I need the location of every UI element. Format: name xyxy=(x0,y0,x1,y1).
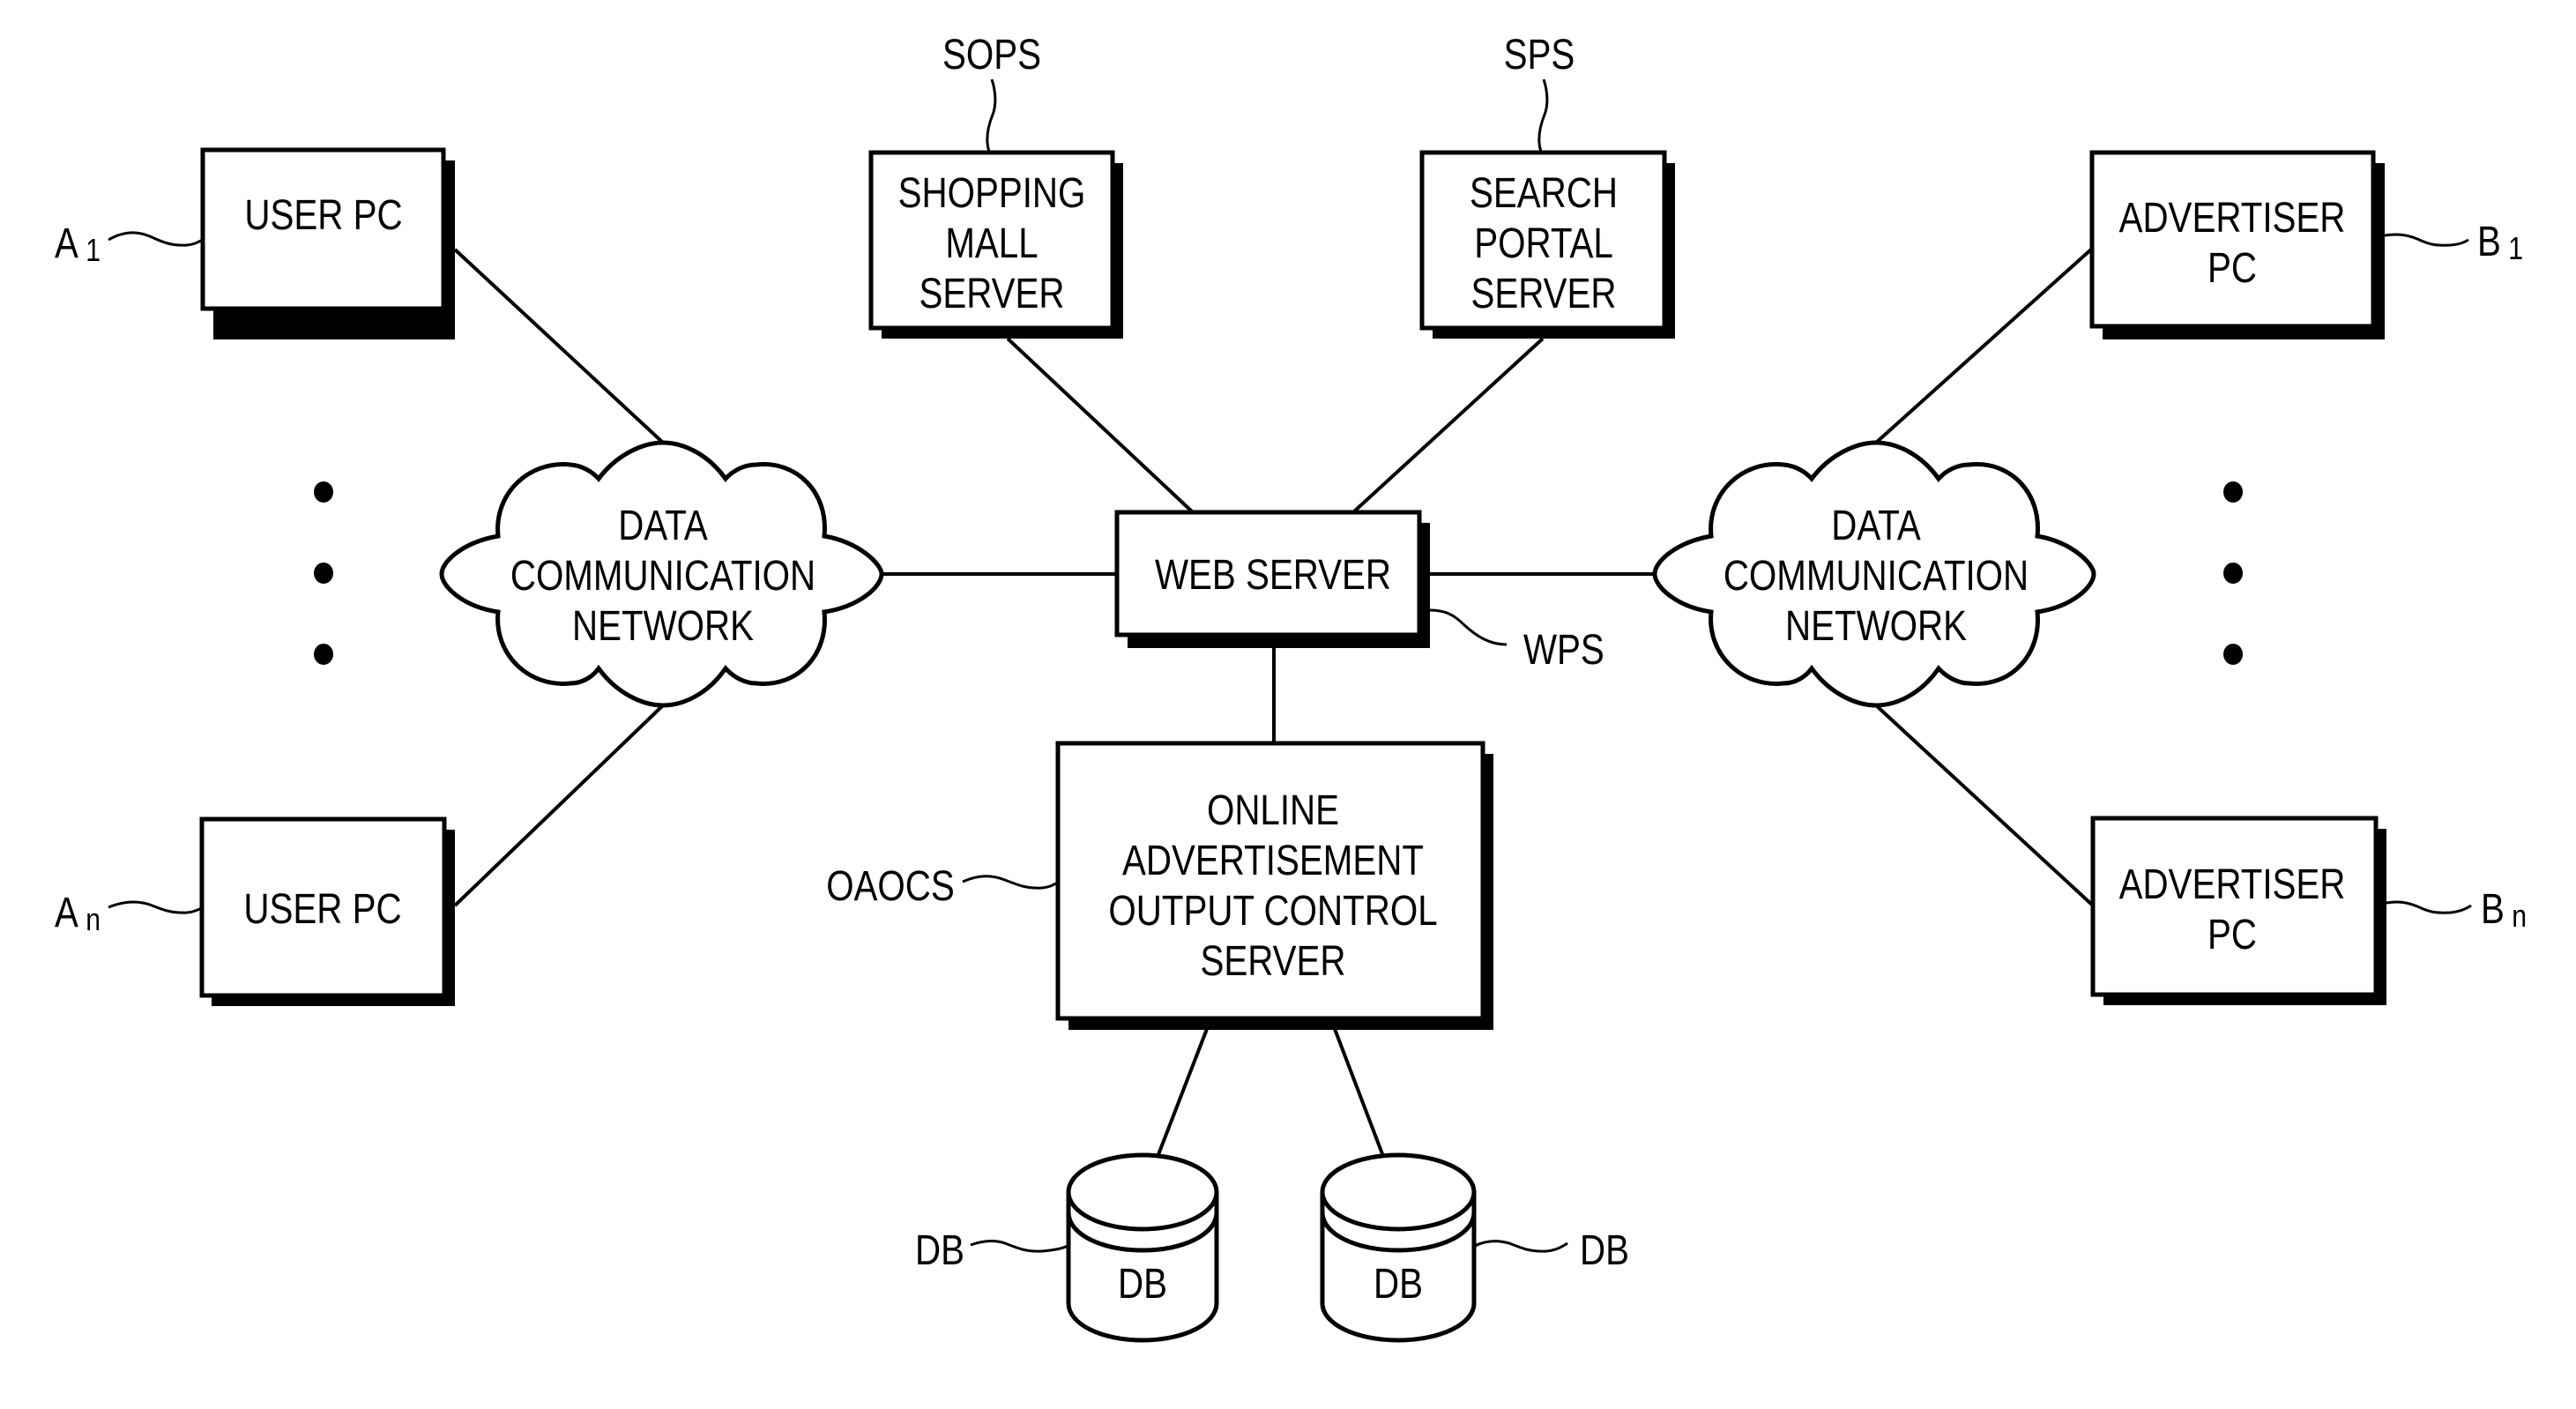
ref-label-sops: SOPS xyxy=(942,32,1041,153)
ref-label-db-2: DB xyxy=(1474,1227,1629,1274)
label-line: COMMUNICATION xyxy=(1724,553,2029,600)
right-data-communication-network[interactable]: DATA COMMUNICATION NETWORK xyxy=(1652,440,2096,708)
ref-label-db-1: DB xyxy=(915,1227,1068,1274)
label-line: MALL xyxy=(945,220,1038,267)
node-label: USER PC xyxy=(244,192,402,239)
database-2[interactable]: DB xyxy=(1320,1152,1477,1343)
label-line: WEB SERVER xyxy=(1155,552,1391,599)
cylinder-top xyxy=(1320,1152,1477,1232)
leader-line xyxy=(108,231,204,247)
leader-line xyxy=(1537,78,1549,153)
leader-line xyxy=(970,1240,1068,1253)
label-line: USER PC xyxy=(244,192,402,239)
node-label: DB xyxy=(1118,1261,1167,1308)
label-line: COMMUNICATION xyxy=(510,553,815,600)
leader-line xyxy=(108,900,203,914)
ref-label-text: SPS xyxy=(1504,32,1575,78)
leader-line xyxy=(1429,608,1508,646)
label-line: NETWORK xyxy=(1785,603,1967,650)
dot xyxy=(2223,644,2243,665)
leader-line xyxy=(2384,233,2469,247)
edge-shopping-mall-to-web-server xyxy=(1006,337,1195,514)
ref-label-bn: Bn xyxy=(2386,886,2527,935)
label-line: SERVER xyxy=(1200,938,1345,985)
user-pc-n[interactable]: USER PC xyxy=(199,816,455,1006)
edge-user-pc-1-to-left-network xyxy=(453,248,665,444)
label-line: SEARCH xyxy=(1470,170,1618,217)
ref-label-text: An xyxy=(55,890,101,938)
label-line: NETWORK xyxy=(572,603,754,650)
leader-line xyxy=(1474,1240,1568,1253)
label-line: DB xyxy=(1374,1261,1423,1308)
leader-line xyxy=(2386,900,2472,914)
leader-line xyxy=(962,875,1059,890)
network-diagram: USER PC A1 USER PC An DATA COMMUNICATION N… xyxy=(55,32,2527,1343)
right-ellipsis-dots xyxy=(2223,481,2243,665)
label-line: DATA xyxy=(618,503,708,549)
advertiser-pc-n[interactable]: ADVERTISER PC xyxy=(2090,816,2386,1005)
ref-label-an: An xyxy=(55,890,203,938)
label-line: DATA xyxy=(1831,503,1921,549)
connections xyxy=(453,247,2095,1197)
left-ellipsis-dots xyxy=(314,481,333,665)
ref-label-text: Bn xyxy=(2481,886,2527,935)
ref-label-text: WPS xyxy=(1523,627,1604,674)
label-line: USER PC xyxy=(243,886,401,933)
search-portal-server[interactable]: SEARCH PORTAL SERVER xyxy=(1419,150,1675,339)
left-data-communication-network[interactable]: DATA COMMUNICATION NETWORK xyxy=(439,440,884,708)
ref-label-wps: WPS xyxy=(1429,608,1604,674)
label-line: ONLINE xyxy=(1207,787,1339,834)
ref-label-a1: A1 xyxy=(55,220,204,269)
ref-label-text: DB xyxy=(1580,1227,1629,1274)
ref-label-text: B1 xyxy=(2477,219,2523,267)
label-line: ADVERTISER xyxy=(2119,195,2346,242)
ref-label-oaocs: OAOCS xyxy=(826,863,1059,910)
ref-label-text: SOPS xyxy=(942,32,1041,78)
label-line: PC xyxy=(2207,912,2257,958)
dot xyxy=(2223,481,2243,503)
node-label: USER PC xyxy=(243,886,401,933)
shopping-mall-server[interactable]: SHOPPING MALL SERVER xyxy=(868,150,1123,339)
node-label: DB xyxy=(1374,1261,1423,1308)
label-line: SHOPPING xyxy=(898,170,1086,217)
ref-label-text: DB xyxy=(915,1227,964,1274)
label-line: PC xyxy=(2207,245,2257,292)
dot xyxy=(314,481,333,503)
edge-user-pc-n-to-left-network xyxy=(453,704,665,907)
node-label: SEARCH PORTAL SERVER xyxy=(1470,170,1618,317)
ref-label-b1: B1 xyxy=(2384,219,2523,267)
cylinder-top xyxy=(1066,1152,1219,1232)
label-line: DB xyxy=(1118,1261,1167,1308)
edge-search-portal-to-web-server xyxy=(1351,337,1545,514)
edge-right-network-to-advertiser-pc-n xyxy=(1874,704,2095,907)
label-line: PORTAL xyxy=(1474,220,1613,267)
label-line: ADVERTISER xyxy=(2119,861,2346,908)
label-line: SERVER xyxy=(919,271,1064,317)
dot xyxy=(314,644,333,665)
edge-right-network-to-advertiser-pc-1 xyxy=(1874,247,2094,444)
leader-line xyxy=(986,78,997,153)
user-pc-1[interactable]: USER PC xyxy=(200,147,455,339)
ref-label-text: A1 xyxy=(55,220,101,269)
label-line: ADVERTISEMENT xyxy=(1122,838,1424,884)
dot xyxy=(314,563,333,584)
advertiser-pc-1[interactable]: ADVERTISER PC xyxy=(2089,150,2385,339)
ref-label-text: OAOCS xyxy=(826,863,955,910)
web-server[interactable]: WEB SERVER xyxy=(1114,510,1430,648)
ref-label-sps: SPS xyxy=(1504,32,1575,153)
node-label: WEB SERVER xyxy=(1155,552,1391,599)
database-1[interactable]: DB xyxy=(1066,1152,1219,1343)
online-advertisement-output-control-server[interactable]: ONLINE ADVERTISEMENT OUTPUT CONTROL SERVER xyxy=(1055,741,1493,1030)
label-line: OUTPUT CONTROL xyxy=(1108,888,1437,935)
dot xyxy=(2223,563,2243,584)
label-line: SERVER xyxy=(1470,271,1616,317)
